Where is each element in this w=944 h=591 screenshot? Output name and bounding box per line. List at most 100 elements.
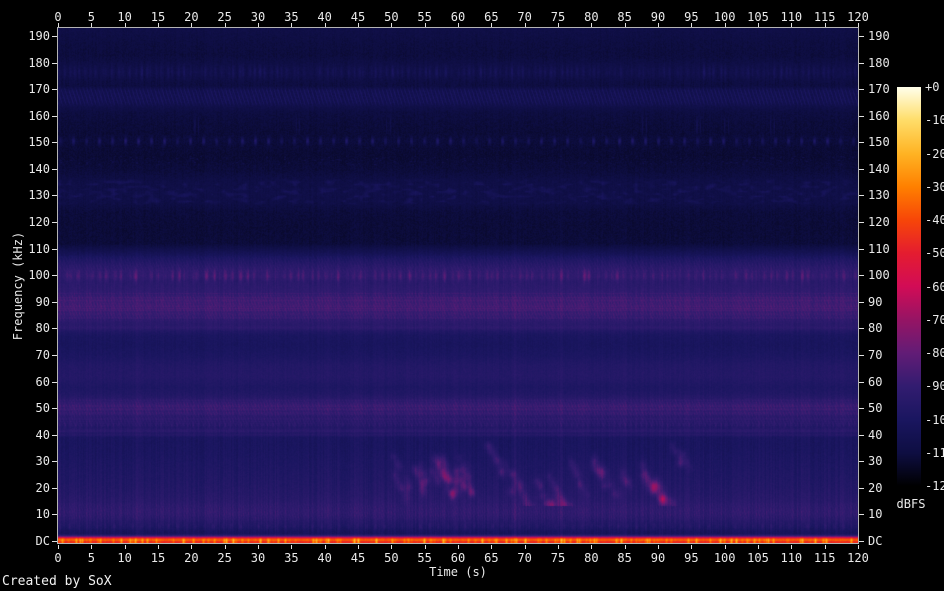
- y-tick-label: 180: [868, 56, 890, 70]
- x-tick-mark: [391, 545, 392, 549]
- x-tick-mark: [791, 545, 792, 549]
- y-tick-mark: [52, 169, 57, 170]
- y-tick-label: 50: [2, 401, 50, 415]
- x-tick-mark: [425, 545, 426, 549]
- x-tick-mark: [691, 545, 692, 549]
- y-tick-mark: [859, 169, 864, 170]
- y-tick-label: 150: [868, 135, 890, 149]
- y-tick-mark: [52, 249, 57, 250]
- x-tick-mark: [658, 545, 659, 549]
- y-tick-label: 160: [868, 109, 890, 123]
- y-tick-label: 40: [868, 428, 882, 442]
- y-tick-label: 140: [2, 162, 50, 176]
- y-tick-mark: [52, 355, 57, 356]
- y-tick-mark: [52, 328, 57, 329]
- y-tick-label: 50: [868, 401, 882, 415]
- y-tick-label: 10: [868, 507, 882, 521]
- x-tick-mark: [591, 545, 592, 549]
- colorbar-tick-label: -40: [925, 213, 944, 227]
- y-tick-label: 20: [2, 481, 50, 495]
- y-tick-mark: [859, 36, 864, 37]
- x-tick-mark: [458, 545, 459, 549]
- y-tick-mark: [859, 408, 864, 409]
- y-tick-mark: [859, 195, 864, 196]
- y-tick-mark: [859, 116, 864, 117]
- colorbar-tick-label: -100: [925, 413, 944, 427]
- y-tick-label: 40: [2, 428, 50, 442]
- y-tick-mark: [52, 142, 57, 143]
- x-tick-label: 120: [838, 551, 878, 565]
- x-tick-mark: [491, 545, 492, 549]
- x-tick-mark: [525, 545, 526, 549]
- y-tick-mark: [52, 89, 57, 90]
- y-tick-mark: [52, 408, 57, 409]
- x-tick-mark: [225, 545, 226, 549]
- y-tick-mark: [859, 89, 864, 90]
- colorbar-tick-label: -10: [925, 113, 944, 127]
- y-tick-label: 150: [2, 135, 50, 149]
- colorbar-unit-label: dBFS: [891, 497, 931, 511]
- y-tick-label: 100: [868, 268, 890, 282]
- x-tick-mark: [158, 545, 159, 549]
- y-tick-mark: [859, 222, 864, 223]
- y-tick-mark: [859, 461, 864, 462]
- colorbar-tick-label: -110: [925, 446, 944, 460]
- y-tick-label: 190: [2, 29, 50, 43]
- y-tick-label: 80: [2, 321, 50, 335]
- y-tick-mark: [859, 249, 864, 250]
- y-tick-label: 170: [2, 82, 50, 96]
- y-tick-mark: [859, 382, 864, 383]
- y-tick-label: 70: [868, 348, 882, 362]
- colorbar-tick-label: -30: [925, 180, 944, 194]
- y-tick-label: 110: [2, 242, 50, 256]
- y-tick-mark: [859, 514, 864, 515]
- y-tick-label: 60: [868, 375, 882, 389]
- x-tick-label: 120: [838, 10, 878, 24]
- y-tick-mark: [52, 63, 57, 64]
- y-tick-label: DC: [2, 534, 50, 548]
- y-tick-label: 120: [2, 215, 50, 229]
- y-tick-mark: [859, 355, 864, 356]
- colorbar-tick-label: -50: [925, 246, 944, 260]
- x-tick-mark: [125, 545, 126, 549]
- x-tick-mark: [91, 545, 92, 549]
- x-tick-mark: [325, 545, 326, 549]
- y-axis-title: Frequency (kHz): [11, 206, 25, 366]
- y-tick-label: 90: [2, 295, 50, 309]
- x-tick-mark: [58, 545, 59, 549]
- y-tick-mark: [52, 302, 57, 303]
- x-tick-mark: [625, 545, 626, 549]
- y-tick-label: 70: [2, 348, 50, 362]
- x-tick-mark: [758, 545, 759, 549]
- x-tick-mark: [825, 545, 826, 549]
- y-tick-label: 100: [2, 268, 50, 282]
- y-tick-label: 180: [2, 56, 50, 70]
- y-tick-mark: [859, 275, 864, 276]
- colorbar-tick-label: -80: [925, 346, 944, 360]
- x-tick-mark: [725, 545, 726, 549]
- y-tick-mark: [52, 382, 57, 383]
- y-tick-mark: [859, 328, 864, 329]
- y-tick-label: 190: [868, 29, 890, 43]
- x-tick-mark: [558, 545, 559, 549]
- colorbar-gradient: [897, 87, 921, 486]
- x-tick-mark: [358, 545, 359, 549]
- y-tick-label: 160: [2, 109, 50, 123]
- y-tick-mark: [859, 302, 864, 303]
- y-tick-label: 60: [2, 375, 50, 389]
- y-tick-mark: [52, 36, 57, 37]
- y-tick-label: 20: [868, 481, 882, 495]
- colorbar-tick-label: -120: [925, 479, 944, 493]
- y-tick-label: 110: [868, 242, 890, 256]
- y-tick-label: 80: [868, 321, 882, 335]
- y-tick-label: 130: [868, 188, 890, 202]
- y-tick-mark: [52, 275, 57, 276]
- y-tick-label: 140: [868, 162, 890, 176]
- colorbar-tick-label: -90: [925, 379, 944, 393]
- x-tick-mark: [258, 545, 259, 549]
- x-tick-mark: [291, 545, 292, 549]
- x-tick-mark: [191, 545, 192, 549]
- y-tick-mark: [859, 63, 864, 64]
- y-tick-mark: [859, 435, 864, 436]
- sox-spectrogram-screen: Time (s) Frequency (kHz) dBFS Created by…: [0, 0, 944, 591]
